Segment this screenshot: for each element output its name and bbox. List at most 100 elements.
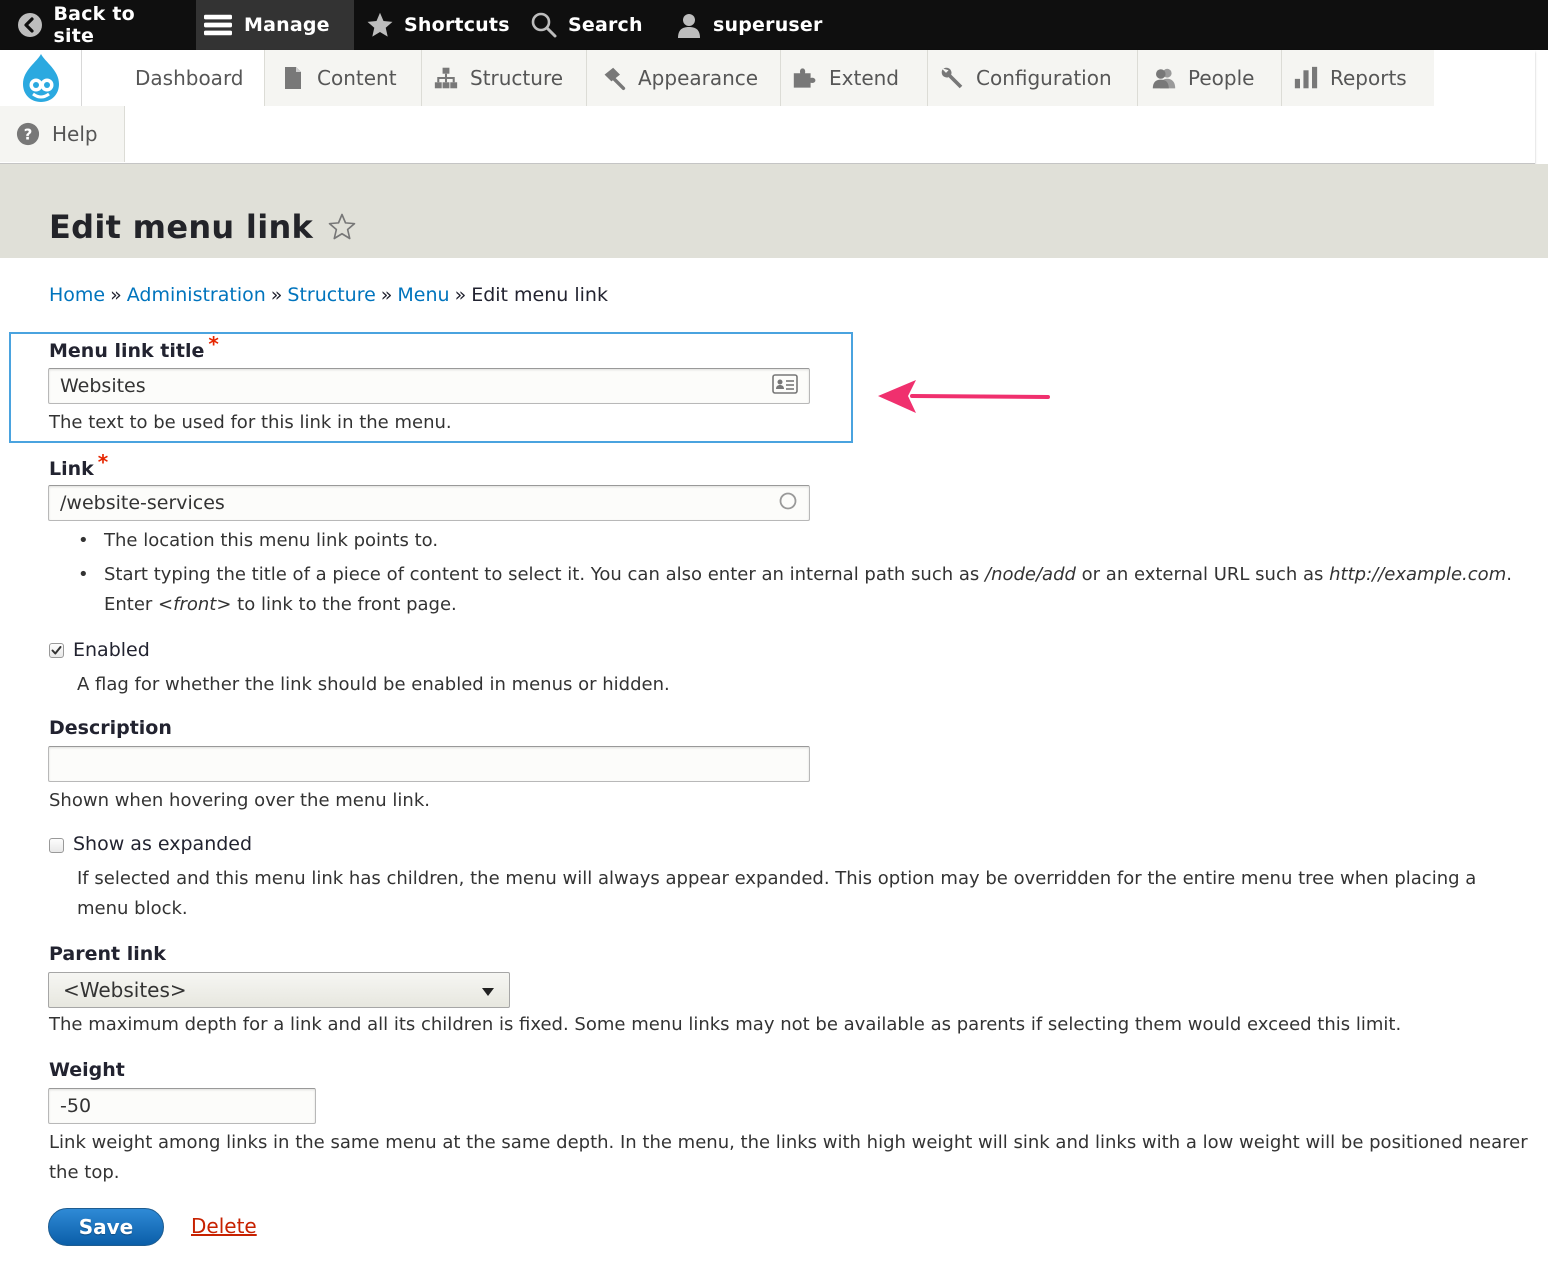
link-help-2a: Start typing the title of a piece of con… xyxy=(104,564,985,585)
admin-menu-row: Dashboard Content Structure Appearance E… xyxy=(0,50,1535,106)
search-tab[interactable]: Search xyxy=(522,0,665,50)
page-title: Edit menu link xyxy=(49,208,314,246)
admin-toolbar: Back to site Manage Shortcuts Search sup… xyxy=(0,0,1548,50)
drupal-logo[interactable] xyxy=(0,50,82,106)
star-icon xyxy=(366,11,394,39)
shortcuts-label: Shortcuts xyxy=(404,14,510,36)
show-expanded-label[interactable]: Show as expanded xyxy=(73,833,252,855)
bar-chart-icon xyxy=(1294,66,1318,90)
link-help-item: Start typing the title of a piece of con… xyxy=(78,560,1528,620)
manage-tab[interactable]: Manage xyxy=(196,0,354,50)
menu-item-configuration-label: Configuration xyxy=(976,66,1112,90)
breadcrumb-separator: » xyxy=(380,284,393,306)
drupal-drop-icon xyxy=(22,54,59,102)
link-value: /website-services xyxy=(60,492,225,514)
sitemap-icon xyxy=(434,66,458,90)
annotation-arrow-icon xyxy=(878,380,1050,413)
breadcrumb-structure[interactable]: Structure xyxy=(287,284,375,306)
breadcrumb-separator: » xyxy=(110,284,122,306)
menu-item-appearance-label: Appearance xyxy=(638,66,759,90)
show-expanded-description: If selected and this menu link has child… xyxy=(77,868,1477,919)
menu-item-configuration[interactable]: Configuration xyxy=(928,50,1138,106)
link-help-item: The location this menu link points to. xyxy=(78,526,1528,556)
menu-item-structure-label: Structure xyxy=(470,66,564,90)
menu-item-content[interactable]: Content xyxy=(265,50,422,106)
document-icon xyxy=(281,66,305,90)
menu-item-help[interactable]: ? Help xyxy=(0,106,125,162)
menu-link-title-label-text: Menu link title xyxy=(49,340,205,362)
page-title-wrapper: Edit menu link xyxy=(49,208,357,246)
menu-item-dashboard[interactable]: Dashboard xyxy=(82,50,265,106)
back-to-site-label: Back to site xyxy=(53,3,135,47)
shortcuts-tab[interactable]: Shortcuts xyxy=(354,0,522,50)
paint-brush-icon xyxy=(602,66,626,90)
user-icon xyxy=(675,11,703,39)
user-tab[interactable]: superuser xyxy=(665,0,839,50)
link-help-2b: or an external URL such as xyxy=(1075,564,1330,585)
show-expanded-checkbox[interactable] xyxy=(49,838,64,853)
weight-description: Link weight among links in the same menu… xyxy=(49,1132,1528,1183)
link-label-text: Link xyxy=(49,458,94,480)
help-icon: ? xyxy=(16,122,40,146)
menu-link-title-input[interactable]: Websites xyxy=(48,368,810,404)
menu-item-content-label: Content xyxy=(317,66,397,90)
menu-link-title-value: Websites xyxy=(60,375,146,397)
breadcrumb-home[interactable]: Home xyxy=(49,284,105,306)
link-help-1: The location this menu link points to. xyxy=(104,530,439,551)
required-marker: * xyxy=(208,332,219,356)
breadcrumb-separator: » xyxy=(454,284,467,306)
link-help-front: <front> xyxy=(158,594,232,615)
parent-link-label: Parent link xyxy=(49,943,166,965)
manage-label: Manage xyxy=(244,14,330,36)
delete-link[interactable]: Delete xyxy=(191,1214,257,1238)
required-marker: * xyxy=(97,450,109,474)
link-help-url: http://example.com xyxy=(1329,564,1507,585)
weight-value: -50 xyxy=(60,1095,92,1117)
weight-label: Weight xyxy=(49,1059,125,1081)
menu-item-people-label: People xyxy=(1188,66,1255,90)
menu-link-title-description: The text to be used for this link in the… xyxy=(49,412,452,433)
user-label: superuser xyxy=(713,14,823,36)
menu-item-reports-label: Reports xyxy=(1330,66,1407,90)
menu-item-dashboard-label: Dashboard xyxy=(135,66,244,90)
search-icon xyxy=(530,11,558,39)
enabled-description: A flag for whether the link should be en… xyxy=(77,674,670,695)
enabled-checkbox[interactable] xyxy=(49,643,64,658)
save-button[interactable]: Save xyxy=(48,1208,164,1246)
svg-text:?: ? xyxy=(24,127,33,144)
breadcrumb-menu[interactable]: Menu xyxy=(397,284,449,306)
back-to-site-link[interactable]: Back to site xyxy=(0,0,196,50)
checkmark-icon xyxy=(51,646,62,655)
enabled-label[interactable]: Enabled xyxy=(73,639,150,661)
hamburger-menu-icon xyxy=(204,11,232,39)
contact-card-icon xyxy=(772,373,798,399)
description-label: Description xyxy=(49,717,172,739)
breadcrumb-administration[interactable]: Administration xyxy=(127,284,266,306)
link-label: Link * xyxy=(49,450,108,480)
description-help: Shown when hovering over the menu link. xyxy=(49,790,430,811)
dropdown-arrow-icon xyxy=(481,978,495,1002)
parent-link-selected: <Websites> xyxy=(63,978,187,1002)
shortcut-star-icon[interactable] xyxy=(327,212,357,242)
parent-link-select[interactable]: <Websites> xyxy=(48,972,510,1008)
back-arrow-icon xyxy=(16,11,44,39)
breadcrumb: Home» Administration» Structure» Menu» Edit … xyxy=(49,284,608,306)
menu-item-appearance[interactable]: Appearance xyxy=(587,50,781,106)
link-help-2d: to link to the front page. xyxy=(231,594,457,615)
menu-item-structure[interactable]: Structure xyxy=(422,50,587,106)
breadcrumb-current: Edit menu link xyxy=(471,284,608,306)
description-input[interactable] xyxy=(48,746,810,782)
parent-link-description: The maximum depth for a link and all its… xyxy=(49,1014,1402,1035)
people-icon xyxy=(1152,66,1176,90)
breadcrumb-separator: » xyxy=(270,284,283,306)
link-help-list: The location this menu link points to. S… xyxy=(78,526,1528,624)
link-help-path: /node/add xyxy=(985,564,1076,585)
menu-item-reports[interactable]: Reports xyxy=(1282,50,1434,106)
menu-item-extend[interactable]: Extend xyxy=(781,50,928,106)
link-input[interactable]: /website-services xyxy=(48,485,810,521)
weight-input[interactable]: -50 xyxy=(48,1088,316,1124)
menu-item-people[interactable]: People xyxy=(1138,50,1282,106)
puzzle-piece-icon xyxy=(793,66,817,90)
admin-menu-tray: Dashboard Content Structure Appearance E… xyxy=(0,50,1535,164)
autocomplete-throbber-icon xyxy=(778,491,798,516)
